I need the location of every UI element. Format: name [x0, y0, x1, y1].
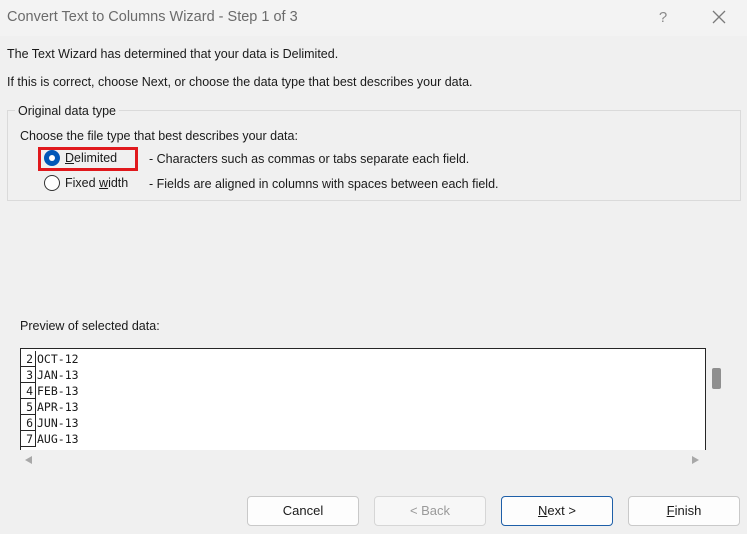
- scroll-left-arrow-icon[interactable]: [25, 456, 32, 464]
- preview-row: 5 APR-13: [21, 399, 705, 415]
- delimited-description: - Characters such as commas or tabs sepa…: [149, 152, 470, 166]
- preview-label: Preview of selected data:: [20, 319, 160, 333]
- radio-fixed-width-button[interactable]: [44, 175, 60, 191]
- row-number: 7: [21, 431, 36, 447]
- row-number: 6: [21, 415, 36, 431]
- row-number: 5: [21, 399, 36, 415]
- help-button[interactable]: ?: [651, 6, 675, 30]
- delimited-highlight-box: [38, 147, 138, 171]
- intro-line-1: The Text Wizard has determined that your…: [7, 47, 339, 61]
- data-preview[interactable]: 2 OCT-12 3 JAN-13 4 FEB-13 5 APR-13 6 JU…: [20, 348, 706, 450]
- scroll-right-arrow-icon[interactable]: [692, 456, 699, 464]
- cancel-button[interactable]: Cancel: [247, 496, 359, 526]
- preview-row: 3 JAN-13: [21, 367, 705, 383]
- row-value: AUG-13: [37, 432, 79, 446]
- close-button[interactable]: [705, 6, 733, 30]
- row-value: OCT-12: [37, 352, 79, 366]
- vertical-scrollbar-thumb[interactable]: [712, 368, 721, 389]
- back-button[interactable]: < Back: [374, 496, 486, 526]
- row-number: 2: [21, 351, 36, 367]
- title-bar: Convert Text to Columns Wizard - Step 1 …: [0, 0, 747, 36]
- row-value: JUN-13: [37, 416, 79, 430]
- preview-row: 6 JUN-13: [21, 415, 705, 431]
- preview-row: 7 AUG-13: [21, 431, 705, 447]
- finish-button[interactable]: Finish: [628, 496, 740, 526]
- fixed-width-description: - Fields are aligned in columns with spa…: [149, 177, 499, 191]
- radio-fixed-width-label[interactable]: Fixed width: [65, 176, 128, 190]
- row-value: APR-13: [37, 400, 79, 414]
- row-value: FEB-13: [37, 384, 79, 398]
- preview-row: 2 OCT-12: [21, 351, 705, 367]
- intro-line-2: If this is correct, choose Next, or choo…: [7, 75, 473, 89]
- window-title: Convert Text to Columns Wizard - Step 1 …: [7, 9, 298, 25]
- close-icon: [712, 10, 726, 24]
- row-number: 4: [21, 383, 36, 399]
- row-number: 3: [21, 367, 36, 383]
- row-value: JAN-13: [37, 368, 79, 382]
- group-legend: Original data type: [15, 104, 119, 118]
- next-button[interactable]: Next >: [501, 496, 613, 526]
- preview-row: 4 FEB-13: [21, 383, 705, 399]
- file-type-prompt: Choose the file type that best describes…: [20, 129, 298, 143]
